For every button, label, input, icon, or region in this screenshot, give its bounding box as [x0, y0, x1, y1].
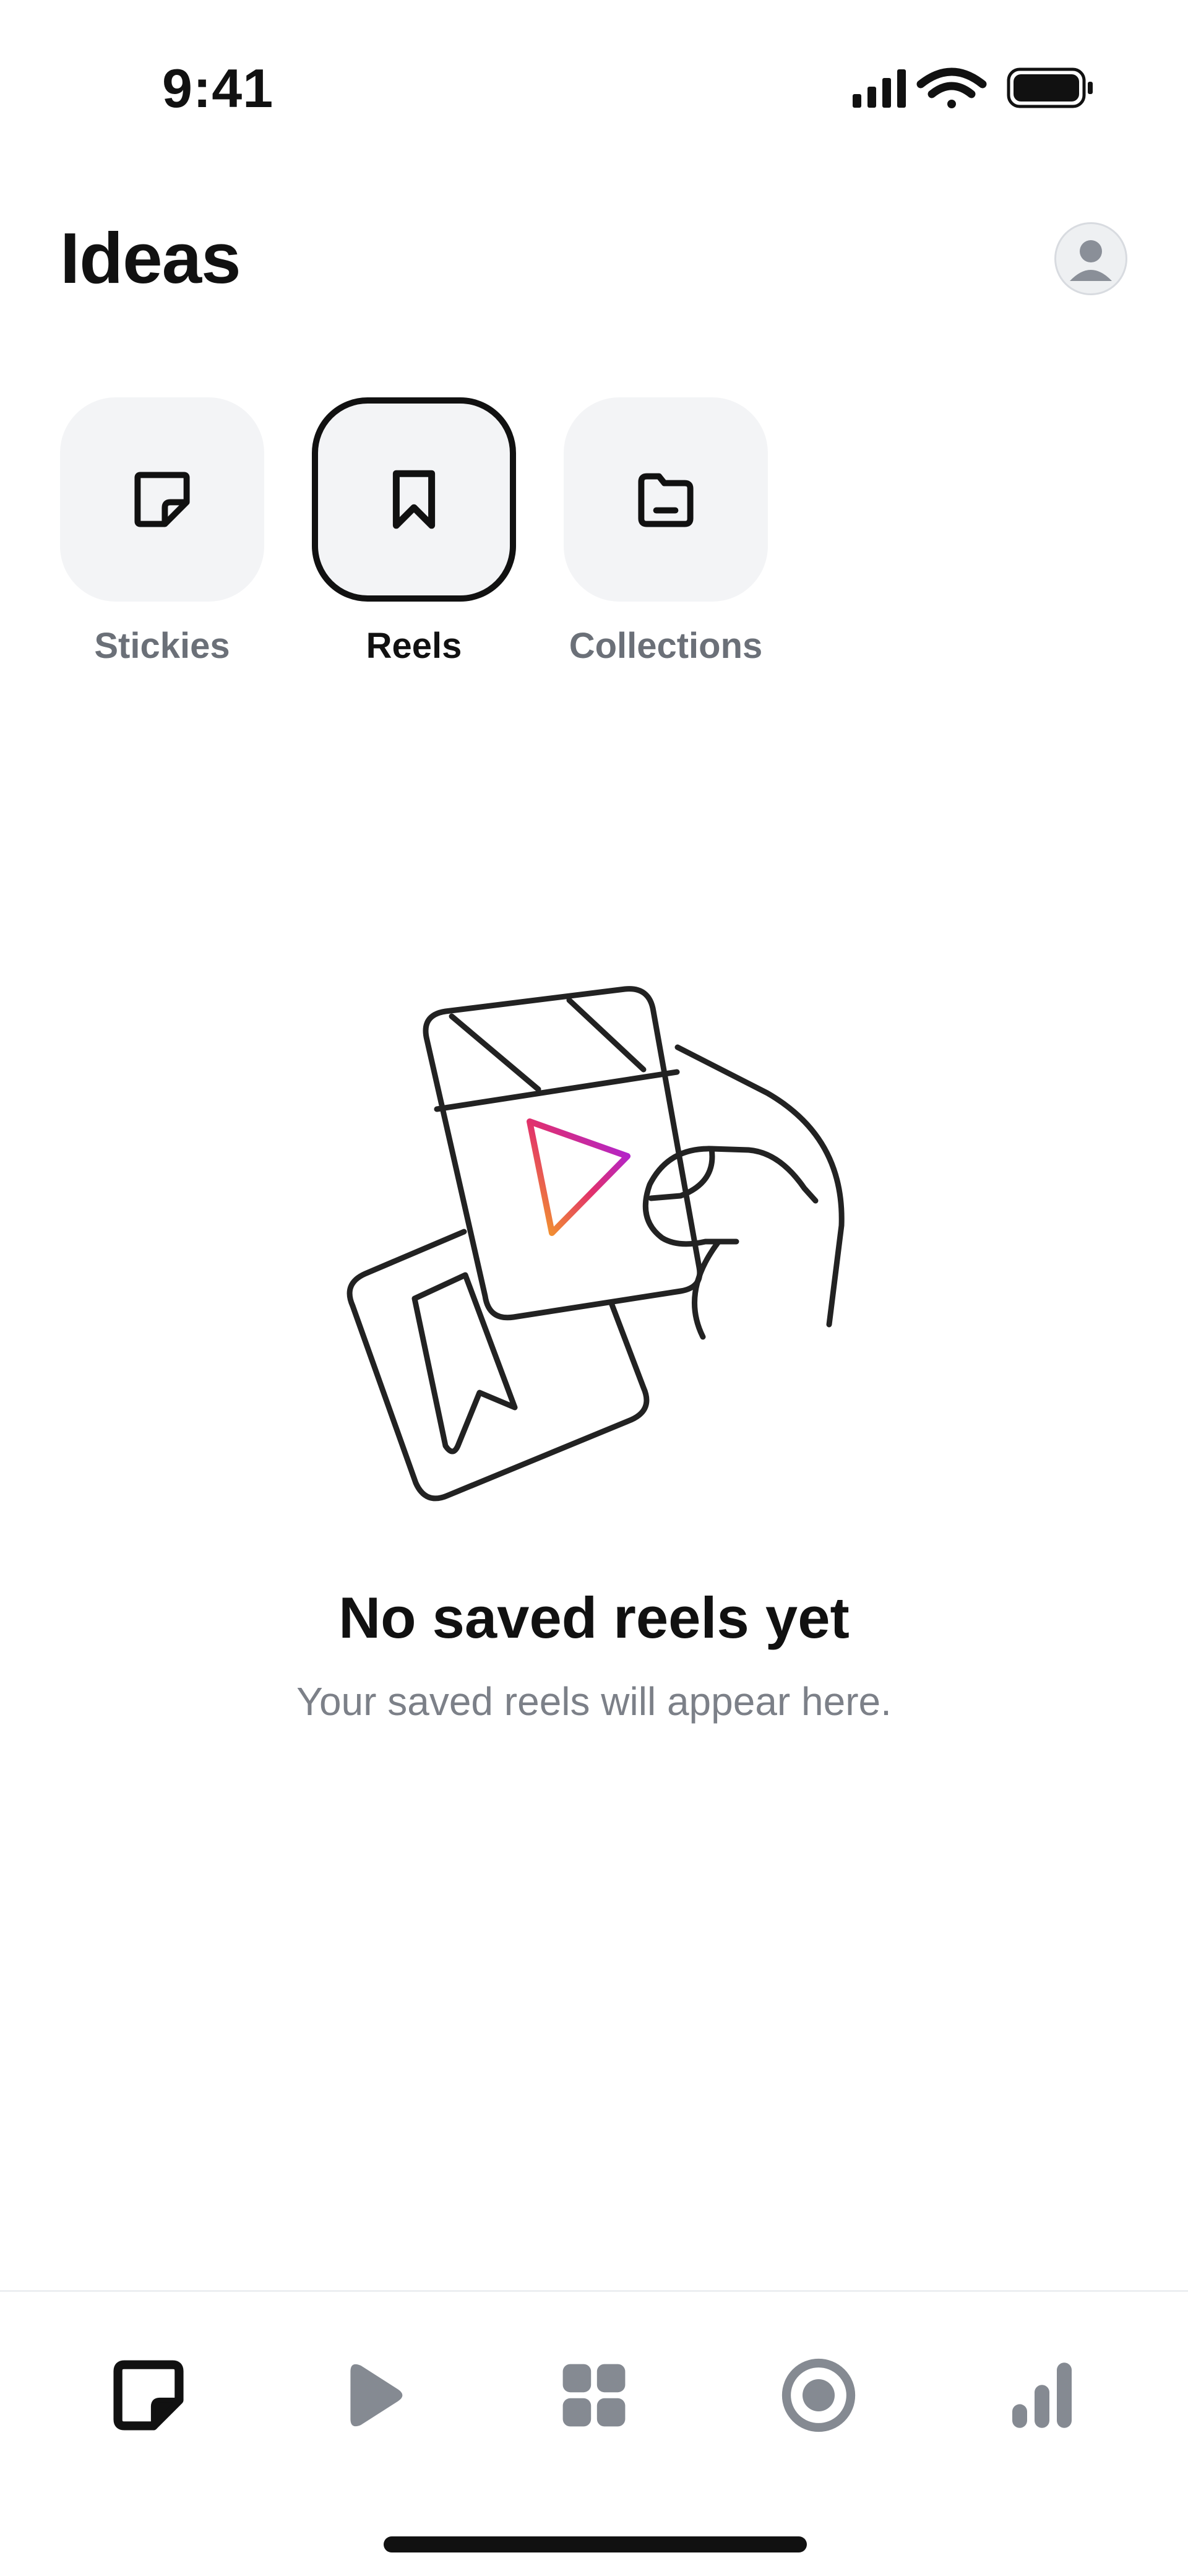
folder-icon: [638, 473, 694, 527]
tile-stickies[interactable]: [60, 397, 264, 602]
status-time: 9:41: [162, 58, 274, 119]
empty-state-title: No saved reels yet: [338, 1585, 850, 1650]
bar-chart-icon: [1012, 2362, 1072, 2428]
home-indicator[interactable]: [384, 2536, 807, 2552]
battery-icon: [1007, 67, 1093, 108]
nav-item-insights[interactable]: [999, 2352, 1085, 2439]
cellular-signal-icon: [853, 69, 906, 108]
status-icons: [853, 67, 1093, 108]
nav-item-record[interactable]: [775, 2352, 862, 2439]
nav-item-reels[interactable]: [328, 2352, 415, 2439]
tile-label-collections: Collections: [569, 626, 763, 666]
page-title: Ideas: [60, 218, 241, 298]
record-icon: [781, 2358, 856, 2432]
person-icon: [1070, 240, 1112, 281]
grid-icon: [562, 2364, 626, 2427]
sticky-note-icon: [113, 2360, 184, 2431]
tile-reels[interactable]: [312, 397, 516, 602]
tile-label-reels: Reels: [366, 626, 462, 666]
avatar[interactable]: [1054, 222, 1127, 295]
wifi-icon: [916, 67, 987, 108]
nav-item-stickies[interactable]: [105, 2352, 192, 2439]
sticky-note-icon: [134, 472, 190, 527]
bookmark-icon: [392, 470, 436, 529]
play-icon: [350, 2364, 403, 2427]
empty-state-subtitle: Your saved reels will appear here.: [296, 1679, 892, 1724]
empty-state-illustration: [346, 986, 845, 1502]
tile-label-stickies: Stickies: [94, 626, 230, 666]
bottom-nav-divider: [0, 2290, 1188, 2292]
nav-item-grid[interactable]: [551, 2352, 637, 2439]
clapperboard-shape: [423, 986, 703, 1321]
tile-collections[interactable]: [564, 397, 768, 602]
